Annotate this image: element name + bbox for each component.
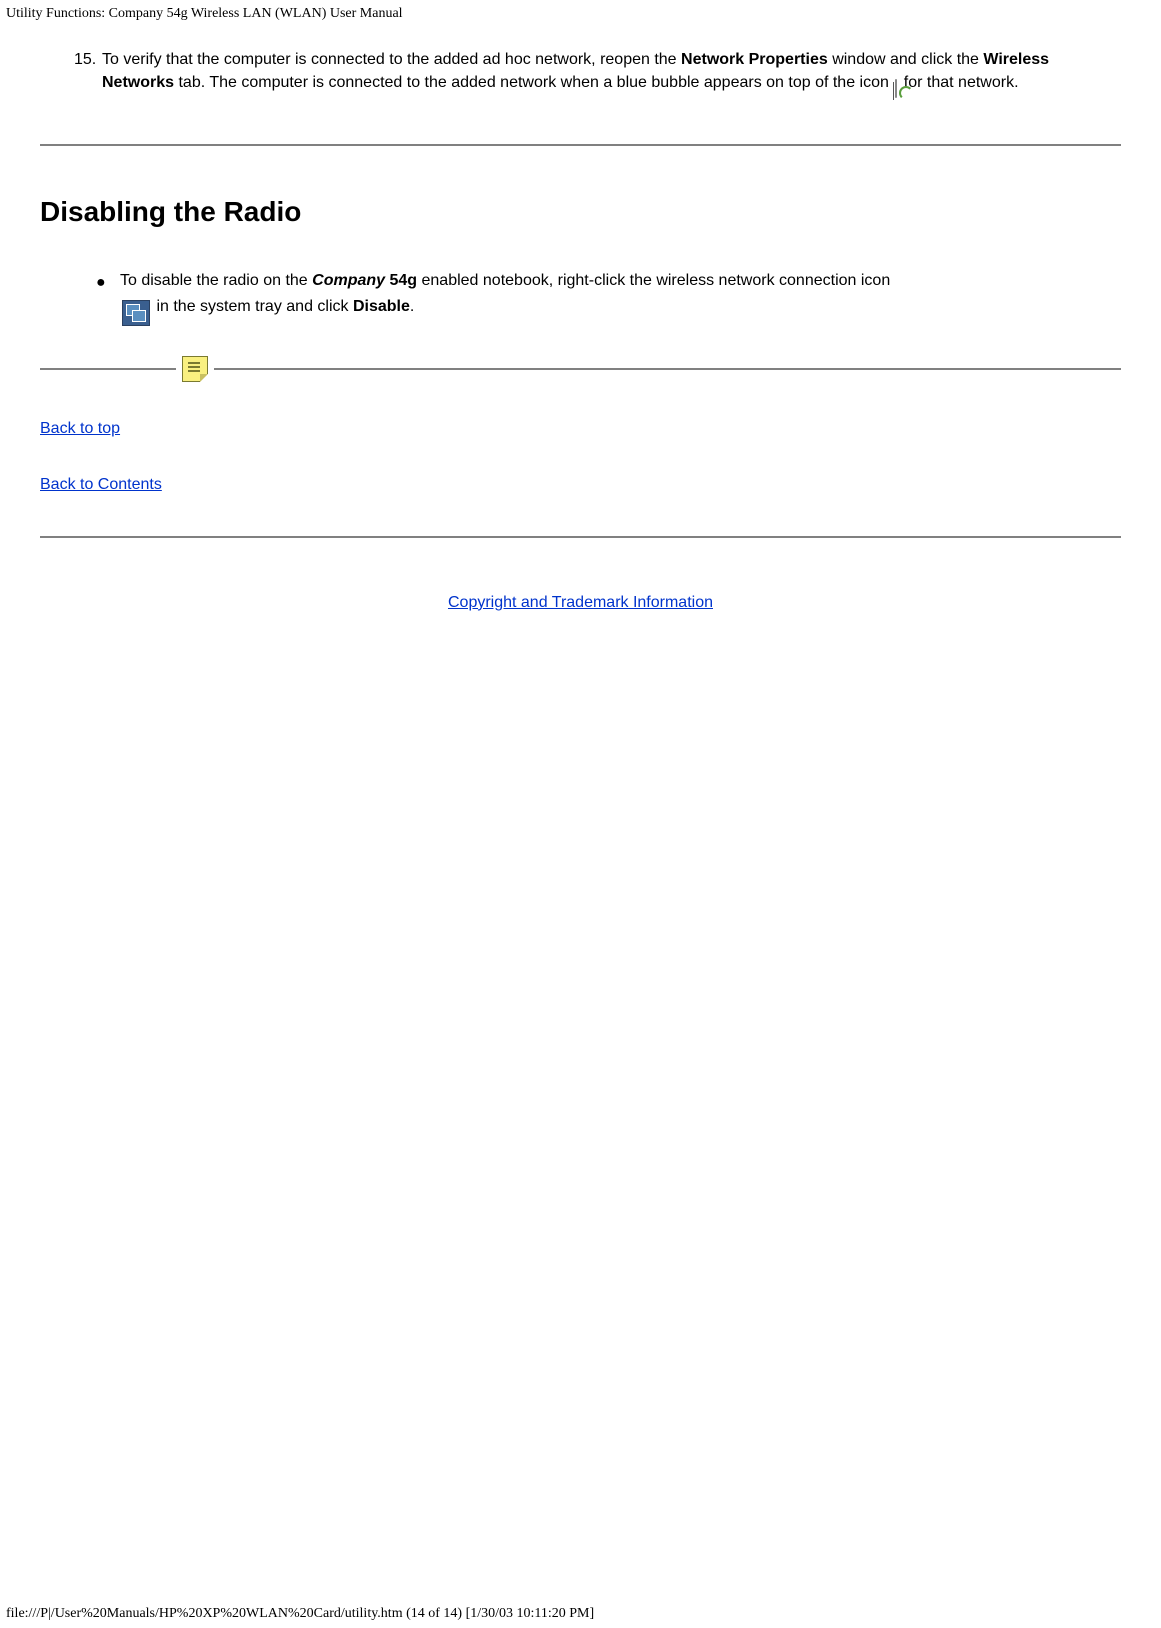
text-segment: To disable the radio on the bbox=[120, 272, 312, 289]
divider-segment bbox=[214, 368, 1121, 370]
text-segment: enabled notebook, right-click the wirele… bbox=[417, 272, 890, 289]
text-segment: in the system tray and click bbox=[152, 298, 353, 315]
list-item-15: 15. To verify that the computer is conne… bbox=[74, 48, 1121, 100]
list-text: To verify that the computer is connected… bbox=[102, 48, 1121, 100]
bold-text: 54g bbox=[385, 272, 417, 289]
footer-path: file:///P|/User%20Manuals/HP%20XP%20WLAN… bbox=[6, 1606, 594, 1622]
text-segment: To verify that the computer is connected… bbox=[102, 51, 681, 68]
bullet-item: ● To disable the radio on the Company 54… bbox=[96, 268, 1121, 325]
list-number: 15. bbox=[74, 48, 102, 100]
bullet-dot: ● bbox=[96, 268, 120, 325]
back-to-contents-link[interactable]: Back to Contents bbox=[40, 476, 162, 494]
network-connection-icon bbox=[120, 300, 152, 326]
text-segment: . bbox=[410, 298, 414, 315]
text-segment: for that network. bbox=[899, 74, 1018, 91]
divider bbox=[40, 536, 1121, 538]
copyright-link[interactable]: Copyright and Trademark Information bbox=[448, 594, 713, 612]
divider bbox=[40, 144, 1121, 146]
divider-segment bbox=[40, 368, 176, 370]
italic-bold-text: Company bbox=[312, 272, 385, 289]
bold-text: Disable bbox=[353, 298, 410, 315]
back-to-top-link[interactable]: Back to top bbox=[40, 420, 120, 438]
note-divider-row bbox=[40, 356, 1121, 382]
signal-icon bbox=[893, 77, 899, 100]
text-segment: window and click the bbox=[828, 51, 984, 68]
section-heading: Disabling the Radio bbox=[40, 196, 1121, 228]
page-header-title: Utility Functions: Company 54g Wireless … bbox=[0, 0, 1161, 22]
bold-text: Network Properties bbox=[681, 51, 828, 68]
note-icon bbox=[176, 356, 214, 382]
bullet-text: To disable the radio on the Company 54g … bbox=[120, 268, 890, 325]
text-segment: tab. The computer is connected to the ad… bbox=[174, 74, 893, 91]
